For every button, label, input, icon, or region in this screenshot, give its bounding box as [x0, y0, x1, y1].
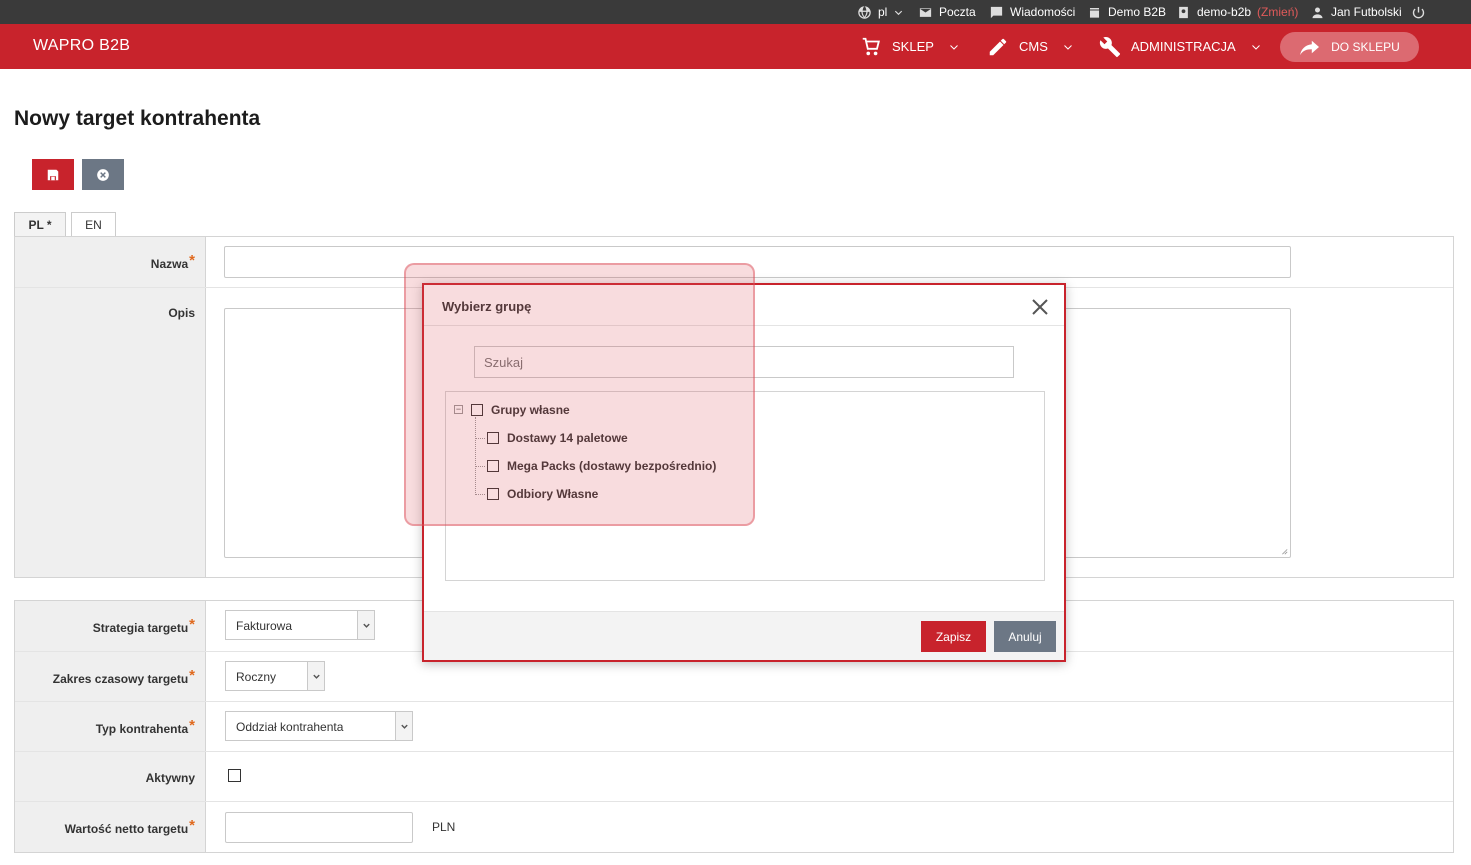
- tab-en[interactable]: EN: [71, 212, 116, 237]
- nav-cms-label: CMS: [1019, 39, 1048, 54]
- company-link[interactable]: Demo B2B: [1087, 0, 1166, 24]
- required-mark: *: [189, 616, 195, 633]
- target-value-row: Wartość netto targetu* PLN: [15, 802, 1453, 853]
- pencil-icon: [989, 38, 1007, 55]
- resize-handle-icon[interactable]: [1280, 547, 1288, 555]
- go-to-shop-label: DO SKLEPU: [1331, 40, 1400, 54]
- main-header: WAPRO B2B SKLEP CMS ADMINISTRACJA DO SKL…: [0, 24, 1471, 69]
- strategy-select[interactable]: Fakturowa: [225, 610, 375, 640]
- chevron-down-icon: [307, 662, 324, 690]
- nav-shop[interactable]: SKLEP: [860, 24, 960, 69]
- time-range-value: Roczny: [236, 670, 277, 684]
- user-icon: [1312, 7, 1323, 18]
- modal-save-button[interactable]: Zapisz: [921, 621, 986, 652]
- mail-icon: [919, 7, 932, 17]
- description-label: Opis: [168, 306, 195, 320]
- chevron-down-icon: [895, 10, 903, 15]
- cart-icon: [862, 37, 880, 55]
- active-row: Aktywny: [15, 752, 1453, 802]
- required-mark: *: [189, 817, 195, 834]
- contractor-type-value: Oddział kontrahenta: [236, 720, 344, 734]
- company-label: Demo B2B: [1108, 5, 1167, 19]
- chevron-down-icon: [950, 44, 958, 50]
- target-value-input[interactable]: [225, 812, 413, 843]
- change-account-link[interactable]: (Zmień): [1257, 5, 1298, 19]
- close-icon: [1032, 299, 1048, 315]
- required-mark: *: [189, 717, 195, 734]
- wrench-icon: [1099, 36, 1121, 57]
- close-circle-icon: [97, 168, 109, 181]
- modal-footer: Zapisz Anuluj: [424, 611, 1064, 660]
- user-menu[interactable]: Jan Futbolski: [1310, 0, 1402, 24]
- mail-label: Poczta: [939, 5, 976, 19]
- page-title: Nowy target kontrahenta: [14, 107, 261, 130]
- time-range-label: Zakres czasowy targetu*: [52, 667, 195, 686]
- chevron-down-icon: [1251, 44, 1260, 50]
- nav-admin[interactable]: ADMINISTRACJA: [1099, 24, 1262, 69]
- messages-label: Wiadomości: [1010, 5, 1076, 19]
- time-range-select[interactable]: Roczny: [225, 661, 325, 691]
- active-checkbox[interactable]: [228, 769, 241, 782]
- nav-cms[interactable]: CMS: [987, 24, 1074, 69]
- required-mark: *: [189, 667, 195, 684]
- contractor-type-select[interactable]: Oddział kontrahenta: [225, 711, 413, 741]
- brand-logo[interactable]: WAPRO B2B: [33, 37, 130, 55]
- chat-icon: [990, 6, 1003, 18]
- target-value-label: Wartość netto targetu*: [64, 817, 195, 836]
- name-label: Nazwa*: [150, 252, 195, 271]
- account-link[interactable]: demo-b2b (Zmień): [1176, 0, 1298, 24]
- logout-button[interactable]: [1411, 0, 1426, 24]
- messages-link[interactable]: Wiadomości: [989, 0, 1075, 24]
- calendar-icon: [1089, 6, 1100, 19]
- tab-pl[interactable]: PL *: [14, 212, 66, 237]
- chevron-down-icon: [357, 611, 374, 639]
- strategy-label: Strategia targetu*: [92, 616, 195, 635]
- modal-cancel-button[interactable]: Anuluj: [994, 621, 1056, 652]
- modal-close-button[interactable]: [1031, 298, 1049, 316]
- account-label: demo-b2b: [1197, 5, 1252, 19]
- strategy-value: Fakturowa: [236, 619, 293, 633]
- nav-admin-label: ADMINISTRACJA: [1131, 39, 1236, 54]
- mail-link[interactable]: Poczta: [918, 0, 976, 24]
- globe-icon: [858, 5, 871, 19]
- active-label: Aktywny: [145, 771, 195, 785]
- language-label: pl: [878, 5, 888, 19]
- user-name: Jan Futbolski: [1331, 5, 1402, 19]
- nav-shop-label: SKLEP: [892, 39, 934, 54]
- chevron-down-icon: [1064, 44, 1072, 50]
- badge-icon: [1179, 6, 1188, 18]
- go-to-shop-button[interactable]: DO SKLEPU: [1280, 32, 1419, 62]
- chevron-down-icon: [395, 712, 412, 740]
- currency-label: PLN: [432, 820, 456, 834]
- contractor-type-row: Typ kontrahenta* Oddział kontrahenta: [15, 702, 1453, 752]
- forward-arrow-icon: [1300, 40, 1320, 56]
- name-input[interactable]: [224, 246, 1291, 278]
- required-mark: *: [189, 252, 195, 269]
- save-button[interactable]: [32, 159, 74, 190]
- contractor-type-label: Typ kontrahenta*: [95, 717, 195, 736]
- power-icon: [1412, 6, 1425, 18]
- highlight-overlay: [404, 263, 755, 526]
- cancel-button[interactable]: [82, 159, 124, 190]
- language-selector[interactable]: pl: [857, 0, 904, 24]
- top-bar: pl Poczta Wiadomości Demo B2B demo-b2b (…: [0, 0, 1471, 24]
- floppy-disk-icon: [47, 169, 59, 180]
